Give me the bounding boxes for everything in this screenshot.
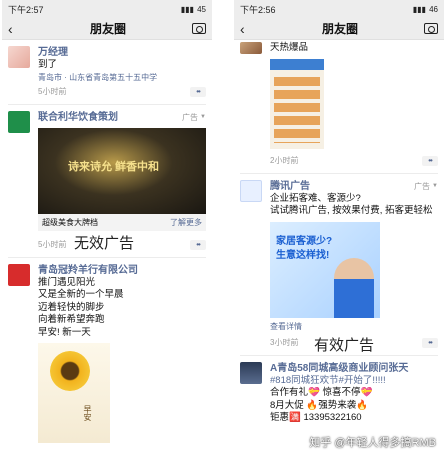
post-line: #818同城狂欢节#开始了!!!!! bbox=[270, 374, 386, 386]
post-line: 钜惠🈵 13395322160 bbox=[270, 412, 362, 423]
status-time: 下午2:57 bbox=[8, 4, 44, 15]
advertiser-name[interactable]: 联合利华饮食策划 bbox=[38, 111, 206, 124]
status-bar: 下午2:56 ▮▮▮ 46 bbox=[234, 0, 444, 18]
more-icon[interactable]: •• bbox=[422, 155, 438, 166]
ad-tag-label: 广告 bbox=[414, 181, 431, 191]
camera-icon[interactable] bbox=[191, 23, 206, 34]
ad-image-title: 家居客源少? bbox=[276, 235, 333, 247]
post-line: 向着新希望奔跑 bbox=[38, 314, 105, 325]
annotation-label: 有效广告 bbox=[314, 336, 375, 354]
back-arrow-icon[interactable]: ‹ bbox=[240, 21, 256, 37]
post-text: 到了 bbox=[38, 59, 58, 70]
ad-image[interactable]: 家居客源少? 生意这样找! bbox=[270, 221, 380, 318]
avatar[interactable] bbox=[240, 361, 262, 384]
panel-gap bbox=[218, 0, 228, 454]
avatar[interactable] bbox=[8, 263, 30, 286]
chevron-down-icon: ▼ bbox=[432, 183, 438, 189]
camera-icon[interactable] bbox=[423, 23, 438, 34]
ad-text-line: 企业拓客难、客源少? bbox=[270, 192, 361, 204]
avatar[interactable] bbox=[240, 179, 262, 202]
learn-more-button[interactable]: 了解更多 bbox=[170, 217, 202, 228]
battery-level: 46 bbox=[429, 4, 438, 14]
person-illustration bbox=[334, 257, 374, 318]
ad-card[interactable]: 诗来诗允 鲜香中和 超级美食大牌档 了解更多 bbox=[38, 127, 206, 231]
post-line: 又是全新的一个早晨 bbox=[38, 289, 124, 300]
avatar[interactable] bbox=[8, 110, 30, 133]
post-line: 8月大促 🔥强势来袭🔥 bbox=[270, 399, 369, 411]
poster-name[interactable]: A青岛58同城高级商业顾问张天 bbox=[270, 362, 438, 375]
page-title: 朋友圈 bbox=[89, 22, 126, 36]
ad-product: 超级美食大牌档 bbox=[42, 217, 98, 227]
status-time: 下午2:56 bbox=[240, 4, 276, 15]
more-icon[interactable]: •• bbox=[422, 337, 438, 348]
post-line: 早安! 新一天 bbox=[38, 326, 91, 338]
ad-tag[interactable]: 广告 ▼ bbox=[414, 181, 438, 192]
watermark: 知乎 @年轻人得多搞RMB bbox=[309, 437, 436, 449]
poster-name[interactable]: 青岛冠羚羊行有限公司 bbox=[38, 264, 206, 277]
post-line: 迈着轻快的脚步 bbox=[38, 301, 105, 313]
left-screenshot: 下午2:57 ▮▮▮ 45 ‹ 朋友圈 万经理 到了 青岛市 · 山东省青岛第五十… bbox=[2, 0, 212, 454]
nav-bar: ‹ 朋友圈 bbox=[2, 18, 212, 40]
moment-post: A青岛58同城高级商业顾问张天 #818同城狂欢节#开始了!!!!! 合作有礼💝… bbox=[234, 356, 444, 429]
ad-post: 腾讯广告 企业拓客难、客源少? 试试腾讯广告, 按效果付费, 拓客更轻松 家居客… bbox=[234, 174, 444, 355]
post-line: 推门遇见阳光 bbox=[38, 276, 96, 288]
battery-level: 45 bbox=[197, 4, 206, 14]
nav-bar: ‹ 朋友圈 bbox=[234, 18, 444, 40]
avatar[interactable] bbox=[240, 42, 262, 54]
signal-icon: ▮▮▮ bbox=[412, 4, 427, 14]
ad-image[interactable]: 诗来诗允 鲜香中和 bbox=[38, 127, 206, 214]
ad-image-subtitle: 生意这样找! bbox=[276, 249, 330, 261]
ad-text-line: 试试腾讯广告, 按效果付费, 拓客更轻松 bbox=[270, 205, 433, 216]
page-title: 朋友圈 bbox=[321, 22, 358, 36]
poster-name[interactable]: 万经理 bbox=[38, 46, 206, 59]
post-time: 5小时前 bbox=[38, 87, 67, 96]
moment-post: 万经理 到了 青岛市 · 山东省青岛第五十五中学 5小时前 •• bbox=[2, 40, 212, 104]
image-caption: 早安 bbox=[83, 405, 92, 421]
status-bar: 下午2:57 ▮▮▮ 45 bbox=[2, 0, 212, 18]
moment-post: 王丁 天热爆品 2小时前•• bbox=[234, 40, 444, 173]
post-image[interactable] bbox=[270, 58, 324, 149]
ad-tag[interactable]: 广告 ▼ bbox=[182, 112, 206, 123]
post-line: 合作有礼💝 惊喜不停💝 bbox=[270, 387, 373, 398]
ad-tag-label: 广告 bbox=[182, 112, 199, 122]
more-icon[interactable]: •• bbox=[190, 239, 206, 250]
chevron-down-icon: ▼ bbox=[200, 114, 206, 120]
post-time: 3小时前 bbox=[270, 338, 299, 347]
advertiser-name[interactable]: 腾讯广告 bbox=[270, 180, 438, 193]
annotation-label: 无效广告 bbox=[74, 234, 135, 252]
back-arrow-icon[interactable]: ‹ bbox=[8, 21, 24, 37]
right-screenshot: 下午2:56 ▮▮▮46 ‹ 朋友圈 王丁 天热爆品 2小时前•• 腾讯广告 企… bbox=[234, 0, 444, 454]
post-time: 5小时前 bbox=[38, 240, 67, 249]
view-details-button[interactable]: 查看详情 bbox=[270, 321, 302, 332]
post-time: 2小时前 bbox=[270, 156, 299, 165]
signal-icon: ▮▮▮ bbox=[180, 4, 195, 14]
ad-image-text: 诗来诗允 鲜香中和 bbox=[68, 160, 160, 173]
sunflower-icon bbox=[50, 351, 90, 391]
avatar[interactable] bbox=[8, 46, 30, 68]
post-text: 天热爆品 bbox=[270, 42, 309, 53]
moment-post: 青岛冠羚羊行有限公司 推门遇见阳光 又是全新的一个早晨 迈着轻快的脚步 向着新希… bbox=[2, 258, 212, 448]
post-image[interactable]: 早安 bbox=[38, 343, 110, 443]
post-location[interactable]: 青岛市 · 山东省青岛第五十五中学 bbox=[38, 72, 206, 84]
more-icon[interactable]: •• bbox=[190, 86, 206, 97]
